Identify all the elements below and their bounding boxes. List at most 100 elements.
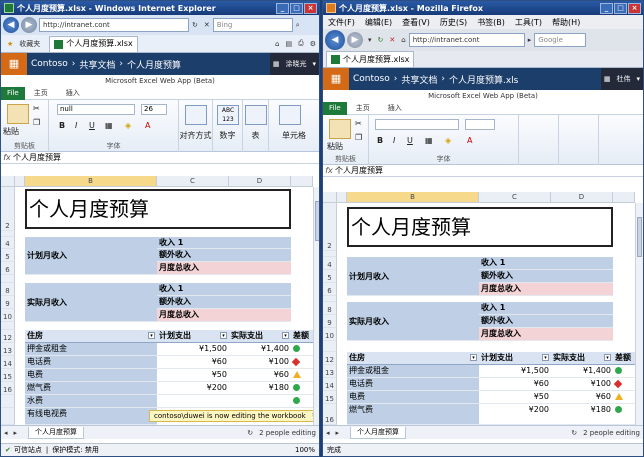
income1-label[interactable]: 收入 1 (479, 257, 613, 270)
number-button[interactable]: 数字 (213, 130, 242, 141)
row-header[interactable]: 9 (1, 296, 15, 309)
row-header[interactable]: 16 (323, 404, 337, 425)
row-header[interactable] (1, 322, 15, 330)
expense-name[interactable]: 燃气费 (25, 382, 157, 395)
back-icon[interactable]: ◀ (3, 17, 19, 33)
formula-value[interactable]: 个人月度预算 (335, 165, 383, 176)
ribbon-tab-home[interactable]: 主页 (25, 88, 57, 98)
actual-income-label[interactable]: 实际月收入 (347, 302, 479, 341)
breadcrumb-docs[interactable]: 共享文档 (401, 73, 437, 86)
align-button[interactable]: 对齐方式 (179, 130, 212, 141)
vertical-scrollbar[interactable] (313, 187, 319, 425)
ribbon-tab-insert[interactable]: 插入 (379, 103, 411, 113)
filter-dropdown-icon[interactable]: ▾ (542, 354, 549, 361)
ie-tab-workbook[interactable]: 个人月度预算.xlsx (49, 35, 138, 52)
income1-label[interactable]: 收入 1 (479, 302, 613, 315)
row-header[interactable]: 13 (323, 365, 337, 378)
filter-dropdown-icon[interactable]: ▾ (470, 354, 477, 361)
font-name-select[interactable] (375, 119, 459, 130)
row-header[interactable]: 9 (323, 315, 337, 328)
expense-name[interactable]: 电费 (25, 369, 157, 382)
sheet-title-cell[interactable]: 个人月度预算 (25, 189, 291, 229)
expense-name[interactable]: 水费 (25, 395, 157, 408)
extra-income-label[interactable]: 额外收入 (479, 315, 613, 328)
scroll-thumb[interactable] (637, 217, 642, 257)
forward-icon[interactable]: ▶ (347, 32, 363, 48)
expense-actual[interactable]: ¥1,400 (551, 365, 613, 378)
suite-brand[interactable]: Contoso (31, 59, 68, 69)
row-header[interactable]: 4 (1, 237, 15, 249)
expense-name[interactable]: 有线电视费 (25, 408, 157, 425)
suite-brand[interactable]: Contoso (353, 74, 390, 84)
expense-planned[interactable]: ¥60 (157, 356, 229, 369)
refresh-icon[interactable]: ↻ (189, 21, 201, 29)
cut-icon[interactable]: ✂ (355, 119, 362, 128)
ribbon-tab-file[interactable]: File (1, 86, 25, 100)
extra-income-label[interactable]: 额外收入 (157, 296, 291, 309)
row-header[interactable] (1, 275, 15, 283)
menu-view[interactable]: 查看(V) (397, 17, 435, 28)
row-header[interactable]: 10 (323, 328, 337, 341)
favorites-label[interactable]: 收藏夹 (16, 39, 43, 49)
menu-edit[interactable]: 编辑(E) (360, 17, 397, 28)
row-header[interactable]: 6 (323, 283, 337, 296)
ff-search-input[interactable]: Google (534, 33, 587, 47)
extra-income-label[interactable]: 额外收入 (479, 270, 613, 283)
status-cell[interactable] (613, 365, 635, 378)
sheet-tab[interactable]: 个人月度预算 (350, 426, 407, 439)
filter-dropdown-icon[interactable]: ▾ (282, 332, 289, 339)
refresh-icon[interactable]: ↻ (375, 36, 387, 44)
filter-dropdown-icon[interactable]: ▾ (220, 332, 227, 339)
expense-actual[interactable] (229, 395, 291, 408)
expense-actual[interactable]: ¥100 (551, 378, 613, 391)
menu-tools[interactable]: 工具(T) (510, 17, 547, 28)
breadcrumb-docs[interactable]: 共享文档 (79, 58, 115, 71)
forward-icon[interactable]: ▶ (21, 17, 37, 33)
row-header[interactable]: 8 (323, 302, 337, 315)
zoom-level[interactable]: 100% (295, 446, 319, 454)
font-color-icon[interactable]: A (467, 136, 472, 145)
ribbon-tab-home[interactable]: 主页 (347, 103, 379, 113)
menu-history[interactable]: 历史(S) (435, 17, 472, 28)
status-cell[interactable] (291, 382, 313, 395)
expense-actual[interactable]: ¥1,400 (229, 343, 291, 356)
chevron-down-icon[interactable]: ▾ (633, 75, 643, 83)
border-icon[interactable]: ▦ (425, 136, 433, 145)
menu-file[interactable]: 文件(F) (323, 17, 360, 28)
expense-actual[interactable]: ¥180 (551, 404, 613, 425)
sheet-nav-last-icon[interactable]: ▸ (333, 429, 343, 437)
ff-tab-workbook[interactable]: 个人月度预算.xlsx (326, 51, 415, 67)
font-color-icon[interactable]: A (145, 121, 150, 130)
row-header[interactable]: 15 (1, 369, 15, 382)
sheet-nav-last-icon[interactable]: ▸ (11, 429, 21, 437)
font-size-select[interactable] (465, 119, 495, 130)
minimize-icon[interactable]: _ (600, 2, 613, 14)
ff-sheet-grid[interactable]: B C D 2 4 5 6 8 9 10 12 13 14 15 16 个人月度… (323, 192, 643, 425)
ff-url-input[interactable]: http://intranet.cont (408, 33, 525, 47)
expense-actual[interactable]: ¥180 (229, 382, 291, 395)
status-cell[interactable] (613, 378, 635, 391)
table-header-diff[interactable]: 差额 (291, 330, 313, 343)
col-header[interactable]: B (25, 176, 157, 187)
row-header[interactable]: 12 (323, 352, 337, 365)
total-income-label[interactable]: 月度总收入 (157, 262, 291, 275)
row-header[interactable]: 2 (1, 187, 15, 231)
table-icon[interactable] (245, 105, 267, 125)
feed-icon[interactable]: ▤ (282, 40, 295, 48)
row-header[interactable]: 6 (1, 262, 15, 275)
font-size-select[interactable]: 26 (141, 104, 167, 115)
table-button[interactable]: 表 (243, 130, 268, 141)
font-name-select[interactable]: null (57, 104, 135, 115)
expense-planned[interactable]: ¥200 (157, 382, 229, 395)
col-header[interactable]: C (157, 176, 229, 187)
go-icon[interactable]: ▸ (525, 36, 535, 44)
ie-search-input[interactable]: Bing (212, 18, 293, 32)
paste-icon[interactable] (329, 119, 351, 139)
row-header[interactable]: 16 (1, 382, 15, 395)
row-header[interactable]: 14 (323, 378, 337, 391)
col-header[interactable]: B (347, 192, 479, 203)
sheet-nav-first-icon[interactable]: ◂ (1, 429, 11, 437)
expense-planned[interactable]: ¥200 (479, 404, 551, 425)
people-editing-label[interactable]: 2 people editing (580, 429, 643, 437)
status-cell[interactable] (291, 369, 313, 382)
